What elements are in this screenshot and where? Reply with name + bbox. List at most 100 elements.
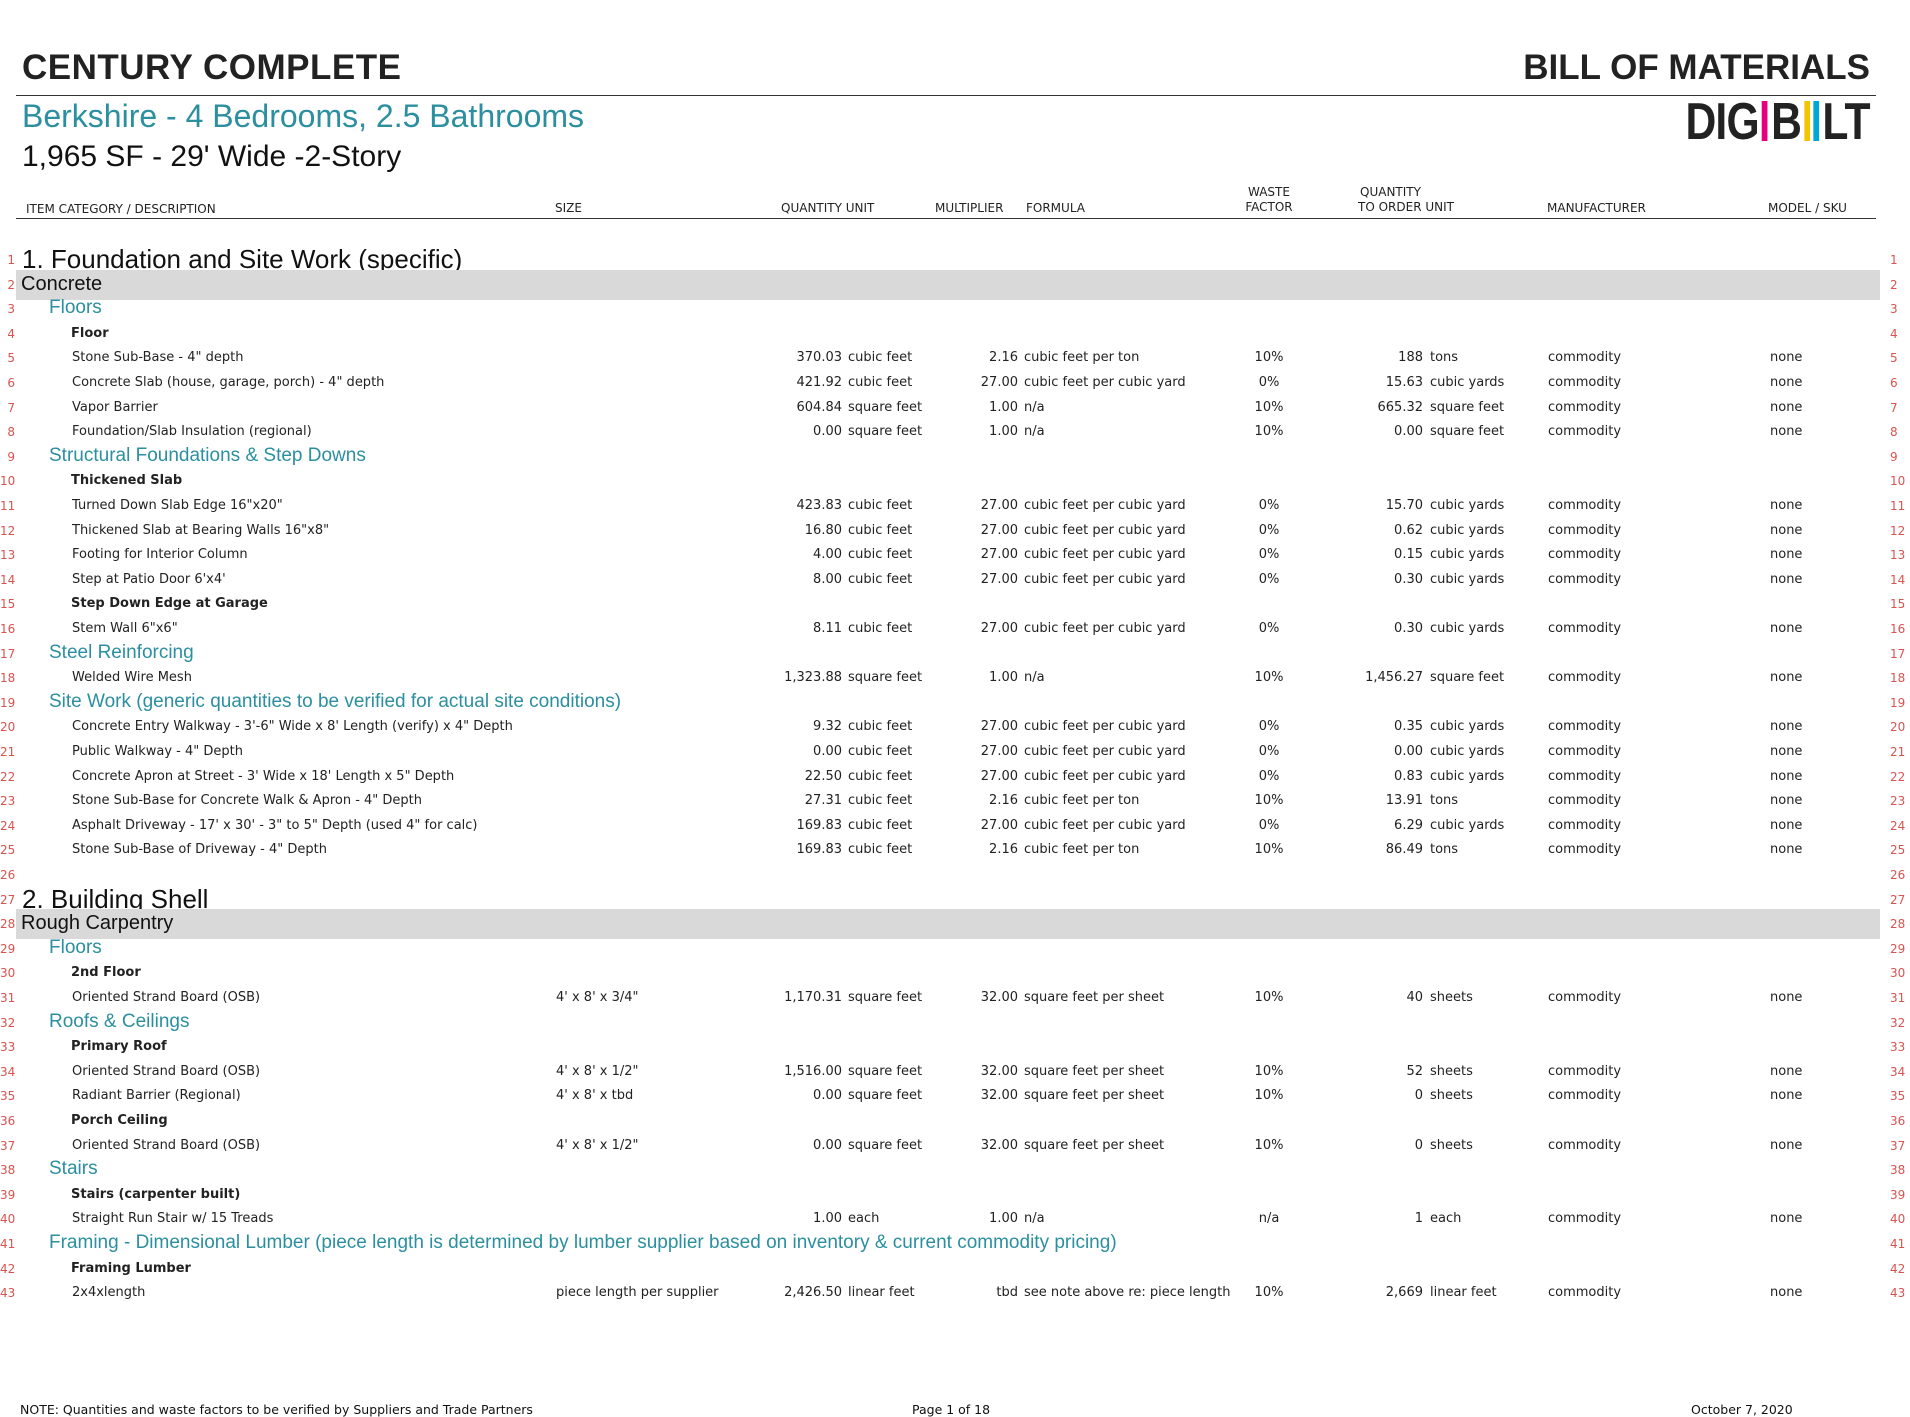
item-quantity: 1,323.88 bbox=[784, 670, 842, 685]
item-order-quantity: 0.30 bbox=[1394, 621, 1423, 636]
group-heading: Thickened Slab bbox=[71, 473, 183, 488]
item-description: Welded Wire Mesh bbox=[72, 670, 192, 685]
group-heading: Framing Lumber bbox=[71, 1261, 191, 1276]
row-number-right: 42 bbox=[1890, 1262, 1906, 1276]
row-number-right: 38 bbox=[1890, 1163, 1906, 1177]
item-formula: cubic feet per ton bbox=[1024, 842, 1140, 857]
table-row: 35 35 Radiant Barrier (Regional) 4' x 8' x … bbox=[0, 1084, 1910, 1108]
subcategory-heading: Stairs bbox=[49, 1158, 98, 1179]
category-heading: Rough Carpentry bbox=[21, 912, 174, 934]
item-order-unit: cubic yards bbox=[1430, 498, 1505, 513]
item-multiplier: tbd bbox=[996, 1285, 1018, 1300]
row-number-right: 26 bbox=[1890, 868, 1906, 882]
item-quantity: 423.83 bbox=[796, 498, 843, 513]
table-row: 7 7 Vapor Barrier 604.84 square feet 1.00 n/a 1… bbox=[0, 396, 1910, 420]
row-number-left: 24 bbox=[0, 819, 16, 833]
item-order-quantity: 188 bbox=[1398, 350, 1423, 365]
item-description: Stone Sub-Base - 4" depth bbox=[72, 350, 244, 365]
item-model-sku: none bbox=[1770, 621, 1803, 636]
item-model-sku: none bbox=[1770, 744, 1803, 759]
item-order-quantity: 0.62 bbox=[1394, 523, 1423, 538]
item-waste-factor: 0% bbox=[1258, 818, 1280, 833]
item-quantity: 0.00 bbox=[813, 744, 842, 759]
item-description: Radiant Barrier (Regional) bbox=[72, 1088, 241, 1103]
row-number-right: 35 bbox=[1890, 1089, 1906, 1103]
row-number-right: 36 bbox=[1890, 1114, 1906, 1128]
item-waste-factor: n/a bbox=[1258, 1211, 1280, 1226]
item-order-unit: tons bbox=[1430, 793, 1459, 808]
table-row: 41 41 Framing - Dimensional Lumber (piece … bbox=[0, 1232, 1910, 1256]
row-number-right: 19 bbox=[1890, 696, 1906, 710]
item-order-unit: cubic yards bbox=[1430, 818, 1505, 833]
item-order-unit: cubic yards bbox=[1430, 719, 1505, 734]
col-order-1: QUANTITY bbox=[1360, 185, 1421, 199]
item-unit: cubic feet bbox=[848, 621, 913, 636]
table-row: 37 37 Oriented Strand Board (OSB) 4' x 8' x… bbox=[0, 1134, 1910, 1158]
item-waste-factor: 0% bbox=[1258, 719, 1280, 734]
item-formula: n/a bbox=[1024, 1211, 1045, 1226]
row-number-left: 16 bbox=[0, 622, 16, 636]
item-order-quantity: 40 bbox=[1406, 990, 1423, 1005]
item-description: Concrete Apron at Street - 3' Wide x 18'… bbox=[72, 769, 455, 784]
col-manufacturer: MANUFACTURER bbox=[1547, 201, 1646, 215]
item-manufacturer: commodity bbox=[1548, 670, 1622, 685]
row-number-left: 31 bbox=[0, 991, 16, 1005]
item-formula: cubic feet per cubic yard bbox=[1024, 375, 1186, 390]
plan-title: Berkshire - 4 Bedrooms, 2.5 Bathrooms bbox=[22, 98, 585, 134]
item-waste-factor: 10% bbox=[1254, 670, 1284, 685]
row-number-left: 18 bbox=[0, 671, 16, 685]
item-model-sku: none bbox=[1770, 769, 1803, 784]
item-unit: cubic feet bbox=[848, 769, 913, 784]
subcategory-heading: Roofs & Ceilings bbox=[49, 1011, 190, 1032]
item-waste-factor: 0% bbox=[1258, 769, 1280, 784]
item-model-sku: none bbox=[1770, 719, 1803, 734]
item-waste-factor: 10% bbox=[1254, 350, 1284, 365]
item-formula: cubic feet per cubic yard bbox=[1024, 523, 1186, 538]
item-manufacturer: commodity bbox=[1548, 744, 1622, 759]
item-formula: cubic feet per cubic yard bbox=[1024, 498, 1186, 513]
item-unit: cubic feet bbox=[848, 572, 913, 587]
subcategory-heading: Floors bbox=[49, 937, 102, 958]
item-quantity: 0.00 bbox=[813, 1138, 842, 1153]
item-order-unit: cubic yards bbox=[1430, 547, 1505, 562]
table-row: 19 19 Site Work (generic quantities to be … bbox=[0, 691, 1910, 715]
item-unit: square feet bbox=[848, 990, 923, 1005]
row-number-right: 31 bbox=[1890, 991, 1906, 1005]
document-type: BILL OF MATERIALS bbox=[1523, 48, 1870, 87]
item-model-sku: none bbox=[1770, 547, 1803, 562]
group-heading: Step Down Edge at Garage bbox=[71, 596, 268, 611]
row-number-right: 23 bbox=[1890, 794, 1906, 808]
item-description: Thickened Slab at Bearing Walls 16"x8" bbox=[72, 523, 330, 538]
item-quantity: 1,516.00 bbox=[784, 1064, 842, 1079]
row-number-right: 2 bbox=[1890, 278, 1898, 292]
row-number-left: 41 bbox=[0, 1237, 16, 1251]
item-unit: cubic feet bbox=[848, 719, 913, 734]
row-number-right: 37 bbox=[1890, 1139, 1906, 1153]
item-description: Vapor Barrier bbox=[72, 400, 158, 415]
item-order-quantity: 1,456.27 bbox=[1365, 670, 1423, 685]
item-order-unit: sheets bbox=[1430, 1088, 1473, 1103]
item-order-unit: sheets bbox=[1430, 1138, 1473, 1153]
category-band bbox=[16, 909, 1880, 939]
row-number-right: 1 bbox=[1890, 253, 1898, 267]
plan-spec: 1,965 SF - 29' Wide -2-Story bbox=[22, 140, 402, 173]
item-unit: square feet bbox=[848, 670, 923, 685]
row-number-left: 28 bbox=[0, 917, 16, 931]
item-quantity: 2,426.50 bbox=[784, 1285, 842, 1300]
item-order-quantity: 665.32 bbox=[1377, 400, 1424, 415]
item-model-sku: none bbox=[1770, 350, 1803, 365]
row-number-right: 27 bbox=[1890, 893, 1906, 907]
item-order-quantity: 0 bbox=[1414, 1138, 1423, 1153]
row-number-left: 9 bbox=[7, 450, 15, 464]
row-number-right: 25 bbox=[1890, 843, 1906, 857]
item-quantity: 1,170.31 bbox=[784, 990, 842, 1005]
row-number-left: 1 bbox=[7, 253, 15, 267]
item-quantity: 169.83 bbox=[796, 818, 843, 833]
table-row: 8 8 Foundation/Slab Insulation (regional) 0… bbox=[0, 420, 1910, 444]
table-row: 20 20 Concrete Entry Walkway - 3'-6" Wide … bbox=[0, 715, 1910, 739]
item-description: Turned Down Slab Edge 16"x20" bbox=[72, 498, 283, 513]
item-order-quantity: 0.83 bbox=[1394, 769, 1423, 784]
row-number-left: 12 bbox=[0, 524, 16, 538]
table-row: 11 11 Turned Down Slab Edge 16"x20" 423.83 c… bbox=[0, 494, 1910, 518]
item-manufacturer: commodity bbox=[1548, 498, 1622, 513]
